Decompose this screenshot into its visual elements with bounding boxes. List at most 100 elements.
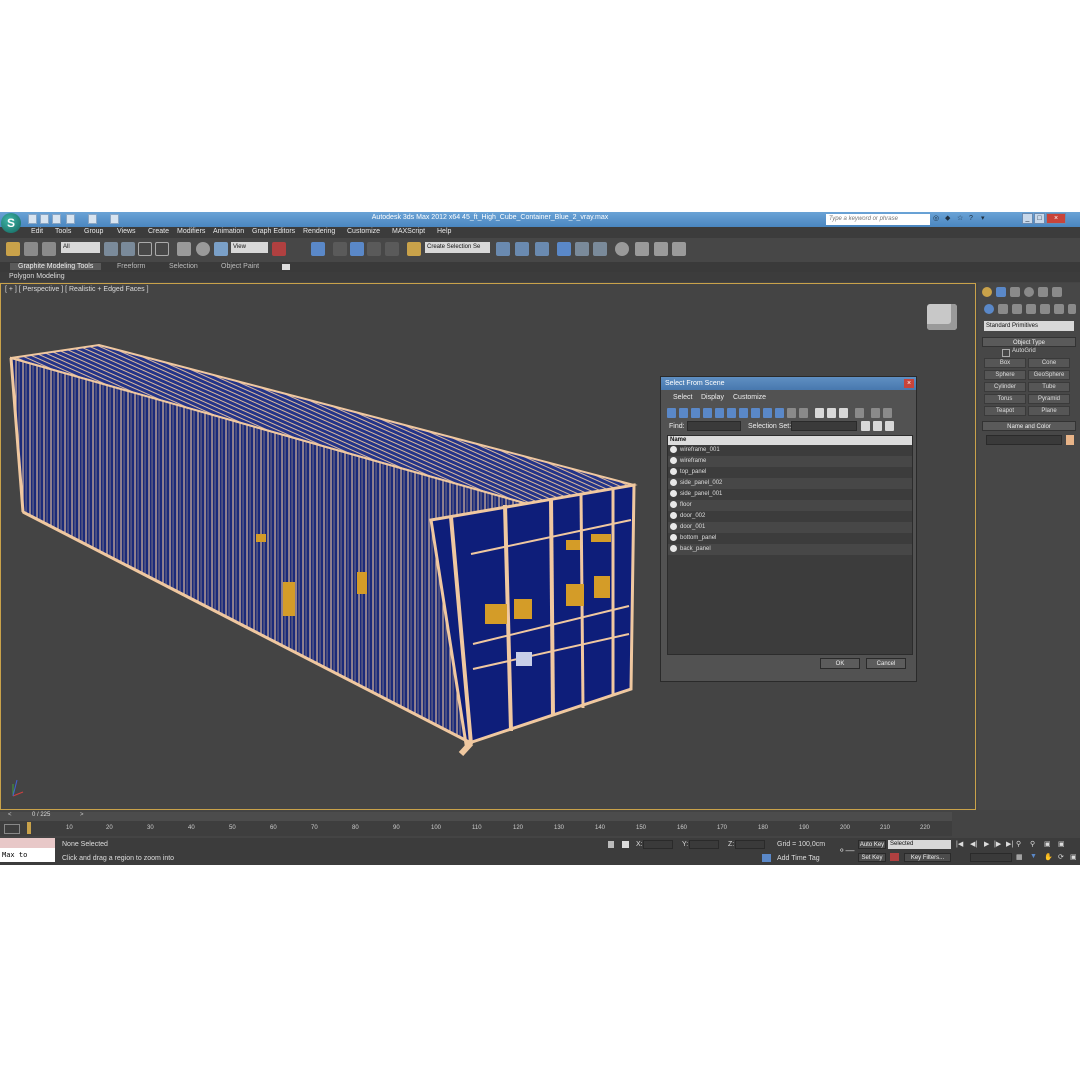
curve-editor-icon[interactable]	[575, 242, 589, 256]
shapes-icon[interactable]	[998, 304, 1008, 314]
create-selection-set-icon[interactable]	[861, 421, 870, 431]
link-icon[interactable]	[6, 242, 20, 256]
list-item[interactable]: back_panel	[668, 544, 912, 555]
dialog-close-button[interactable]: ×	[904, 379, 914, 388]
menu-edit[interactable]: Edit	[31, 228, 43, 235]
go-to-end-icon[interactable]: ▶|	[1006, 840, 1013, 848]
z-coordinate-field[interactable]	[735, 840, 765, 849]
mirror-icon[interactable]	[496, 242, 510, 256]
zoom-extents-icon[interactable]: ▣	[1044, 840, 1051, 848]
select-object-icon[interactable]	[104, 242, 118, 256]
create-tab-icon[interactable]	[982, 287, 992, 297]
zoom-all-icon[interactable]: ⚲	[1030, 840, 1035, 848]
display-cameras-icon[interactable]	[703, 408, 712, 418]
material-editor-icon[interactable]	[615, 242, 629, 256]
display-shapes-icon[interactable]	[679, 408, 688, 418]
list-item[interactable]: wireframe	[668, 456, 912, 467]
geometry-icon[interactable]	[984, 304, 994, 314]
next-key-icon[interactable]: |▶	[994, 840, 1001, 848]
help-icon[interactable]: ?	[969, 215, 977, 223]
menu-tools[interactable]: Tools	[55, 228, 71, 235]
default-tangents-icon[interactable]	[890, 853, 899, 861]
bind-spacewarp-icon[interactable]	[42, 242, 56, 256]
render-setup-icon[interactable]	[635, 242, 649, 256]
name-and-color-rollout[interactable]: Name and Color	[982, 421, 1076, 431]
select-all-icon[interactable]	[815, 408, 824, 418]
spinner-snap-icon[interactable]	[385, 242, 399, 256]
list-item[interactable]: floor	[668, 500, 912, 511]
menu-graph-editors[interactable]: Graph Editors	[252, 228, 295, 235]
list-item[interactable]: door_001	[668, 522, 912, 533]
object-type-rollout[interactable]: Object Type	[982, 337, 1076, 347]
close-button[interactable]: ×	[1046, 213, 1066, 224]
layer-manager-icon[interactable]	[535, 242, 549, 256]
favorites-icon[interactable]: ☆	[957, 215, 965, 223]
current-frame-field[interactable]	[970, 853, 1012, 862]
key-mode-dropdown[interactable]: Selected	[888, 840, 951, 849]
menu-customize[interactable]: Customize	[347, 228, 380, 235]
binoculars-icon[interactable]: ◎	[933, 215, 941, 223]
remove-from-set-icon[interactable]	[885, 421, 894, 431]
project-folder-icon[interactable]	[110, 214, 119, 224]
autogrid-checkbox[interactable]	[1002, 349, 1010, 357]
viewcube-icon[interactable]	[927, 304, 957, 330]
help-dropdown-icon[interactable]: ▾	[981, 215, 989, 223]
list-item[interactable]: door_002	[668, 511, 912, 522]
edit-named-selection-icon[interactable]	[407, 242, 421, 256]
named-selection-dropdown[interactable]: Create Selection Se	[425, 242, 490, 253]
go-to-start-icon[interactable]: |◀	[956, 840, 963, 848]
redo-icon[interactable]	[88, 214, 97, 224]
set-key-button[interactable]: Set Key	[858, 853, 886, 862]
sync-selection-icon[interactable]	[855, 408, 864, 418]
save-file-icon[interactable]	[52, 214, 61, 224]
list-item[interactable]: bottom_panel	[668, 533, 912, 544]
utilities-tab-icon[interactable]	[1052, 287, 1062, 297]
hierarchy-tab-icon[interactable]	[1010, 287, 1020, 297]
minimize-button[interactable]: _	[1022, 213, 1033, 224]
motion-tab-icon[interactable]	[1024, 287, 1034, 297]
cone-button[interactable]: Cone	[1028, 358, 1070, 368]
dialog-menu-select[interactable]: Select	[673, 394, 692, 401]
display-helpers-icon[interactable]	[715, 408, 724, 418]
scale-icon[interactable]	[214, 242, 228, 256]
display-containers-icon[interactable]	[775, 408, 784, 418]
menu-modifiers[interactable]: Modifiers	[177, 228, 205, 235]
percent-snap-icon[interactable]	[367, 242, 381, 256]
angle-snap-icon[interactable]	[350, 242, 364, 256]
list-item[interactable]: wireframe_001	[668, 445, 912, 456]
display-geometry-icon[interactable]	[667, 408, 676, 418]
spacewarps-icon[interactable]	[1054, 304, 1064, 314]
tab-selection[interactable]: Selection	[169, 263, 198, 270]
cylinder-button[interactable]: Cylinder	[984, 382, 1026, 392]
object-color-swatch[interactable]	[1066, 435, 1074, 445]
selection-filter-dropdown[interactable]: All	[61, 242, 100, 253]
display-groups-icon[interactable]	[739, 408, 748, 418]
play-icon[interactable]: ▶	[984, 840, 989, 848]
lock-selection-icon[interactable]	[608, 841, 614, 848]
graphite-toggle-icon[interactable]	[557, 242, 571, 256]
time-config-icon[interactable]: ▦	[1016, 853, 1023, 861]
tab-freeform[interactable]: Freeform	[117, 263, 145, 270]
maximize-viewport-icon[interactable]: ▣	[1070, 853, 1077, 861]
columns-icon[interactable]	[883, 408, 892, 418]
align-icon[interactable]	[515, 242, 529, 256]
key-filters-button[interactable]: Key Filters...	[904, 853, 951, 862]
select-none-icon[interactable]	[827, 408, 836, 418]
render-production-icon[interactable]	[672, 242, 686, 256]
display-frozen-icon[interactable]	[787, 408, 796, 418]
display-spacewarps-icon[interactable]	[727, 408, 736, 418]
next-frame-icon[interactable]: >	[80, 812, 84, 818]
display-hidden-icon[interactable]	[799, 408, 808, 418]
dialog-menu-customize[interactable]: Customize	[733, 394, 766, 401]
track-bar-icon[interactable]	[4, 824, 20, 834]
open-file-icon[interactable]	[40, 214, 49, 224]
filter-icon[interactable]	[871, 408, 880, 418]
plane-button[interactable]: Plane	[1028, 406, 1070, 416]
menu-help[interactable]: Help	[437, 228, 451, 235]
rect-selection-icon[interactable]	[138, 242, 152, 256]
time-tag-icon[interactable]	[762, 854, 771, 862]
undo-icon[interactable]	[66, 214, 75, 224]
menu-rendering[interactable]: Rendering	[303, 228, 335, 235]
window-crossing-icon[interactable]	[155, 242, 169, 256]
pivot-point-icon[interactable]	[272, 242, 286, 256]
